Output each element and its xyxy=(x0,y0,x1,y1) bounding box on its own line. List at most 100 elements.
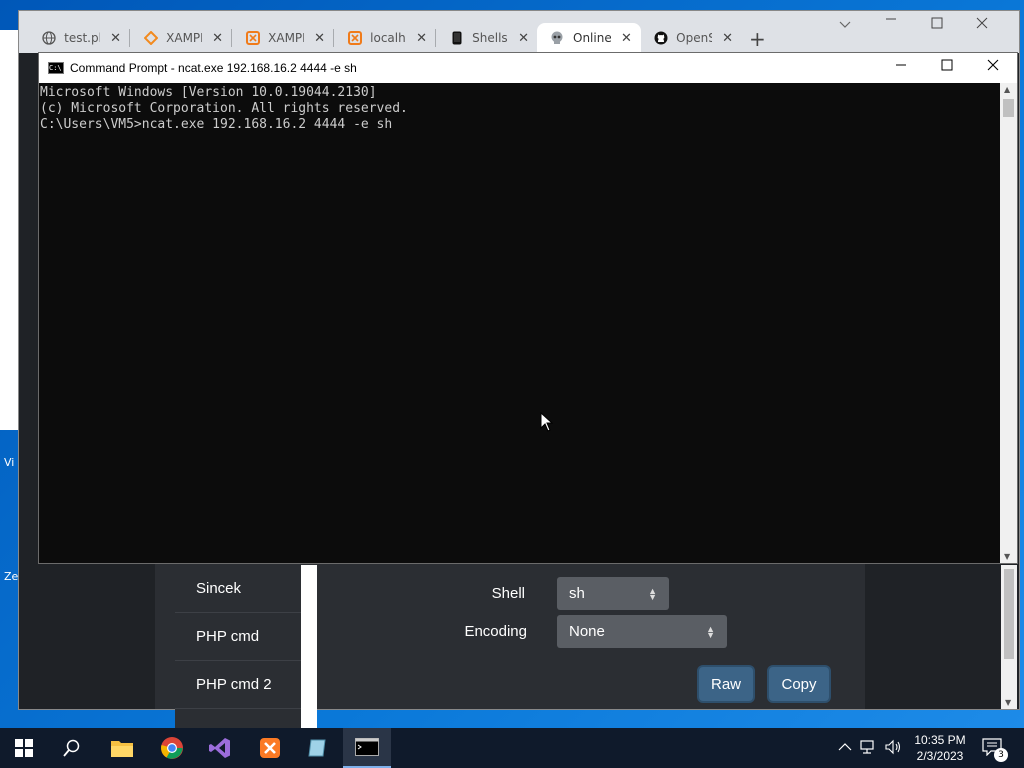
close-tab-icon[interactable]: ✕ xyxy=(416,31,427,46)
close-tab-icon[interactable]: ✕ xyxy=(722,31,733,46)
console-line: (c) Microsoft Corporation. All rights re… xyxy=(40,101,408,116)
tab-label: XAMPF xyxy=(166,31,202,45)
phone-icon xyxy=(449,30,464,46)
console-output[interactable]: Microsoft Windows [Version 10.0.19044.21… xyxy=(39,83,1001,563)
browser-tab[interactable]: localh ✕ xyxy=(335,23,435,53)
xampp-icon xyxy=(347,30,362,46)
select-caret-icon: ▲ ▼ xyxy=(648,585,657,602)
desktop-label: Vi xyxy=(4,456,15,469)
close-icon[interactable] xyxy=(976,17,988,33)
chrome-icon xyxy=(161,737,183,759)
list-scrollbar[interactable]: ▼ xyxy=(301,565,317,743)
command-prompt-window: C:\ Command Prompt - ncat.exe 192.168.16… xyxy=(38,52,1018,564)
scroll-down-icon[interactable]: ▼ xyxy=(1004,552,1010,561)
desktop-label: M xyxy=(4,60,14,73)
encoding-label: Encoding xyxy=(464,623,527,640)
close-tab-icon[interactable]: ✕ xyxy=(314,31,325,46)
windows-logo-icon xyxy=(15,739,33,757)
close-tab-icon[interactable]: ✕ xyxy=(518,31,529,46)
tab-label: OpenS xyxy=(676,31,713,45)
background-window-edge xyxy=(0,30,20,430)
minimize-icon[interactable] xyxy=(895,58,907,76)
taskbar: 10:35 PM 2/3/2023 3 xyxy=(0,728,1024,768)
tab-separator xyxy=(333,29,334,47)
tab-separator xyxy=(435,29,436,47)
search-button[interactable] xyxy=(48,728,96,768)
tab-label: Shells xyxy=(472,31,508,45)
start-button[interactable] xyxy=(0,728,48,768)
cmd-icon xyxy=(355,738,379,756)
close-icon[interactable] xyxy=(987,58,999,76)
chevron-down-icon[interactable] xyxy=(839,17,851,33)
xampp-icon xyxy=(260,738,280,758)
notification-count-badge: 3 xyxy=(994,748,1008,762)
browser-tab[interactable]: XAMPF ✕ xyxy=(233,23,333,53)
tab-label: localh xyxy=(370,31,406,45)
search-icon xyxy=(63,739,80,757)
browser-tab[interactable]: test.ph ✕ xyxy=(29,23,129,53)
raw-button[interactable]: Raw xyxy=(699,667,753,701)
show-hidden-icons-chevron-icon[interactable] xyxy=(838,741,854,755)
visual-studio-button[interactable] xyxy=(196,728,244,768)
cmd-scrollbar[interactable]: ▲ ▼ xyxy=(1000,83,1017,563)
network-icon[interactable] xyxy=(860,739,880,758)
select-caret-icon: ▲ ▼ xyxy=(706,623,715,640)
clock-date: 2/3/2023 xyxy=(916,749,964,763)
shell-label: Shell xyxy=(491,585,525,602)
notepad-button[interactable] xyxy=(294,728,342,768)
scroll-up-icon[interactable]: ▲ xyxy=(1004,85,1010,94)
list-item[interactable]: PHP cmd xyxy=(175,613,301,661)
tab-separator xyxy=(129,29,130,47)
tab-strip: test.ph ✕ XAMPF ✕ XAMPF ✕ localh ✕ xyxy=(19,11,1019,53)
shell-type-list: Sincek PHP cmd PHP cmd 2 xyxy=(175,565,301,743)
globe-icon xyxy=(41,30,56,46)
file-explorer-button[interactable] xyxy=(98,728,146,768)
maximize-icon[interactable] xyxy=(931,17,943,33)
tab-label: Online xyxy=(573,31,611,45)
cmd-window-title: Command Prompt - ncat.exe 192.168.16.2 4… xyxy=(70,61,357,75)
scrollbar-thumb[interactable] xyxy=(1003,99,1014,117)
close-tab-icon[interactable]: ✕ xyxy=(212,31,223,46)
list-item[interactable]: Sincek xyxy=(175,565,301,613)
console-line: C:\Users\VM5>ncat.exe 192.168.16.2 4444 … xyxy=(40,117,393,132)
scrollbar-thumb[interactable] xyxy=(1004,569,1014,659)
clock-time: 10:35 PM xyxy=(914,733,966,747)
command-prompt-taskbar-button[interactable] xyxy=(343,728,391,768)
close-tab-icon[interactable]: ✕ xyxy=(110,31,121,46)
system-tray xyxy=(838,728,904,768)
minimize-icon[interactable] xyxy=(885,13,897,29)
encoding-select-value: None xyxy=(569,623,605,640)
encoding-select[interactable]: None ▲ ▼ xyxy=(557,615,727,648)
close-tab-icon[interactable]: ✕ xyxy=(621,31,632,46)
copy-button[interactable]: Copy xyxy=(769,667,829,701)
github-icon xyxy=(653,30,668,46)
list-item[interactable]: PHP cmd 2 xyxy=(175,661,301,709)
visual-studio-icon xyxy=(209,738,230,758)
mouse-cursor-icon xyxy=(540,411,554,435)
shell-select[interactable]: sh ▲ ▼ xyxy=(557,577,669,610)
browser-tab[interactable]: OpenS ✕ xyxy=(641,23,741,53)
taskbar-clock[interactable]: 10:35 PM 2/3/2023 xyxy=(906,732,974,764)
cmd-title-bar[interactable]: C:\ Command Prompt - ncat.exe 192.168.16… xyxy=(39,53,1017,83)
chrome-button[interactable] xyxy=(148,728,196,768)
tab-label: test.ph xyxy=(64,31,100,45)
xampp-icon xyxy=(245,30,260,46)
notepad-icon xyxy=(308,739,326,757)
volume-icon[interactable] xyxy=(884,739,904,758)
page-scrollbar[interactable]: ▼ xyxy=(1001,565,1017,709)
new-tab-button[interactable]: + xyxy=(749,27,766,51)
desktop-label: Ze xyxy=(4,570,19,583)
folder-icon xyxy=(111,741,133,757)
console-line: Microsoft Windows [Version 10.0.19044.21… xyxy=(40,85,377,100)
tab-separator xyxy=(231,29,232,47)
browser-tab-active[interactable]: Online ✕ xyxy=(537,23,641,53)
browser-tab[interactable]: XAMPF ✕ xyxy=(131,23,231,53)
notification-center-button[interactable]: 3 xyxy=(982,738,1008,762)
xampp-button[interactable] xyxy=(246,728,294,768)
skull-icon xyxy=(549,30,565,46)
scroll-down-icon[interactable]: ▼ xyxy=(1005,698,1011,707)
browser-tab[interactable]: Shells ✕ xyxy=(437,23,537,53)
shell-select-value: sh xyxy=(569,585,585,602)
maximize-icon[interactable] xyxy=(941,58,953,76)
cmd-icon: C:\ xyxy=(48,62,64,74)
